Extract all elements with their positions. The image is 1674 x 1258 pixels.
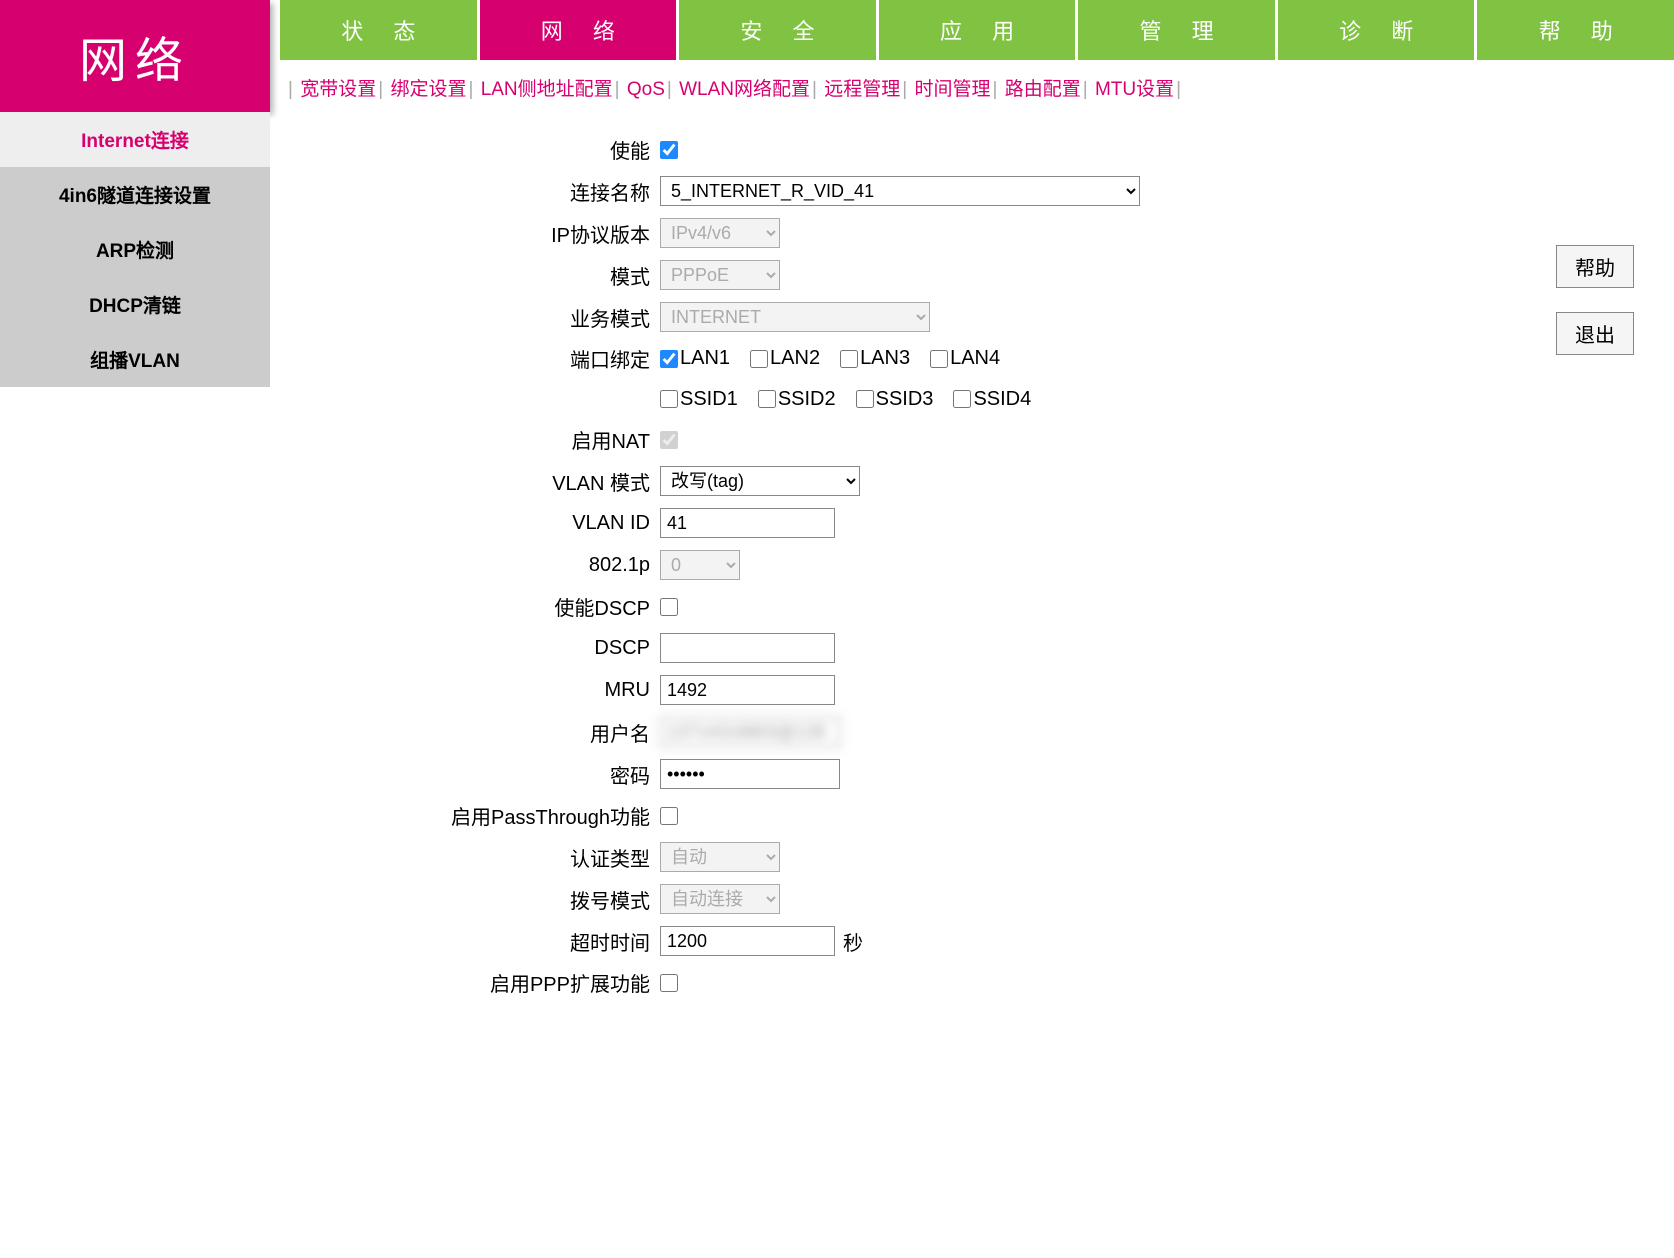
checkbox-lan2[interactable] [750,350,768,368]
checkbox-ssid2[interactable] [758,390,776,408]
label-auth-type: 认证类型 [310,843,660,872]
sidebar: Internet连接 4in6隧道连接设置 ARP检测 DHCP清链 组播VLA… [0,112,270,387]
select-vlan-mode[interactable]: 改写(tag) [660,466,860,496]
select-dot1p[interactable]: 0 [660,550,740,580]
exit-button[interactable]: 退出 [1556,312,1634,355]
tab-help[interactable]: 帮 助 [1477,0,1674,60]
subnav-qos[interactable]: QoS [627,79,665,100]
tab-manage[interactable]: 管 理 [1078,0,1275,60]
label-timeout-unit: 秒 [843,927,863,956]
sidebar-item-internet[interactable]: Internet连接 [0,112,270,167]
sidebar-item-arp[interactable]: ARP检测 [0,222,270,277]
label-passthrough: 启用PassThrough功能 [310,801,660,830]
label-vlan-id: VLAN ID [310,512,660,535]
select-auth-type[interactable]: 自动 [660,842,780,872]
input-mru[interactable] [660,675,835,705]
label-timeout: 超时时间 [310,927,660,956]
tab-status[interactable]: 状 态 [280,0,477,60]
subnav-route[interactable]: 路由配置 [1005,79,1081,100]
checkbox-enable-nat [660,431,678,449]
checkbox-lan4[interactable] [930,350,948,368]
input-vlan-id[interactable] [660,508,835,538]
label-username: 用户名 [310,718,660,747]
label-lan2: LAN2 [770,347,820,370]
subnav-remote[interactable]: 远程管理 [824,79,900,100]
label-ip-version: IP协议版本 [310,219,660,248]
input-password[interactable] [660,759,840,789]
checkbox-ssid3[interactable] [856,390,874,408]
label-lan3: LAN3 [860,347,910,370]
form-area: 使能 连接名称 5_INTERNET_R_VID_41 IP协议版本 [270,135,1534,1009]
checkbox-ssid4[interactable] [953,390,971,408]
select-dial-mode[interactable]: 自动连接 [660,884,780,914]
select-mode[interactable]: PPPoE [660,260,780,290]
select-ip-version[interactable]: IPv4/v6 [660,218,780,248]
sub-nav: | 宽带设置| 绑定设置| LAN侧地址配置| QoS| WLAN网络配置| 远… [270,60,1674,115]
tab-diagnose[interactable]: 诊 断 [1278,0,1475,60]
sidebar-item-vlan[interactable]: 组播VLAN [0,332,270,387]
label-vlan-mode: VLAN 模式 [310,467,660,496]
label-ppp-ext: 启用PPP扩展功能 [310,968,660,997]
checkbox-ppp-ext[interactable] [660,974,678,992]
select-conn-name[interactable]: 5_INTERNET_R_VID_41 [660,176,1140,206]
label-ssid3: SSID3 [876,388,934,411]
subnav-wlan[interactable]: WLAN网络配置 [679,79,810,100]
label-service-mode: 业务模式 [310,303,660,332]
label-ssid4: SSID4 [973,388,1031,411]
label-enable-dscp: 使能DSCP [310,592,660,621]
subnav-broadband[interactable]: 宽带设置 [300,79,376,100]
tab-network[interactable]: 网 络 [480,0,677,60]
checkbox-enable-dscp[interactable] [660,598,678,616]
checkbox-ssid1[interactable] [660,390,678,408]
subnav-binding[interactable]: 绑定设置 [390,79,466,100]
input-dscp[interactable] [660,633,835,663]
checkbox-passthrough[interactable] [660,807,678,825]
label-mode: 模式 [310,261,660,290]
page-title: 网络 [0,0,270,112]
subnav-lan[interactable]: LAN侧地址配置 [481,79,613,100]
sidebar-item-dhcp[interactable]: DHCP清链 [0,277,270,332]
label-conn-name: 连接名称 [310,177,660,206]
label-lan4: LAN4 [950,347,1000,370]
tab-app[interactable]: 应 用 [879,0,1076,60]
label-dial-mode: 拨号模式 [310,885,660,914]
tab-security[interactable]: 安 全 [679,0,876,60]
checkbox-enable[interactable] [660,141,678,159]
label-mru: MRU [310,679,660,702]
help-button[interactable]: 帮助 [1556,245,1634,288]
select-service-mode[interactable]: INTERNET [660,302,930,332]
label-dscp: DSCP [310,637,660,660]
input-username[interactable] [660,717,840,747]
label-enable-nat: 启用NAT [310,425,660,454]
top-nav: 状 态 网 络 安 全 应 用 管 理 诊 断 帮 助 [270,0,1674,60]
label-enable: 使能 [310,135,660,164]
label-ssid2: SSID2 [778,388,836,411]
input-timeout[interactable] [660,926,835,956]
label-port-bind: 端口绑定 [310,344,660,373]
checkbox-lan3[interactable] [840,350,858,368]
label-dot1p: 802.1p [310,554,660,577]
label-password: 密码 [310,760,660,789]
label-ssid1: SSID1 [680,388,738,411]
checkbox-lan1[interactable] [660,350,678,368]
label-lan1: LAN1 [680,347,730,370]
subnav-mtu[interactable]: MTU设置 [1095,79,1174,100]
sidebar-item-4in6[interactable]: 4in6隧道连接设置 [0,167,270,222]
subnav-time[interactable]: 时间管理 [914,79,990,100]
